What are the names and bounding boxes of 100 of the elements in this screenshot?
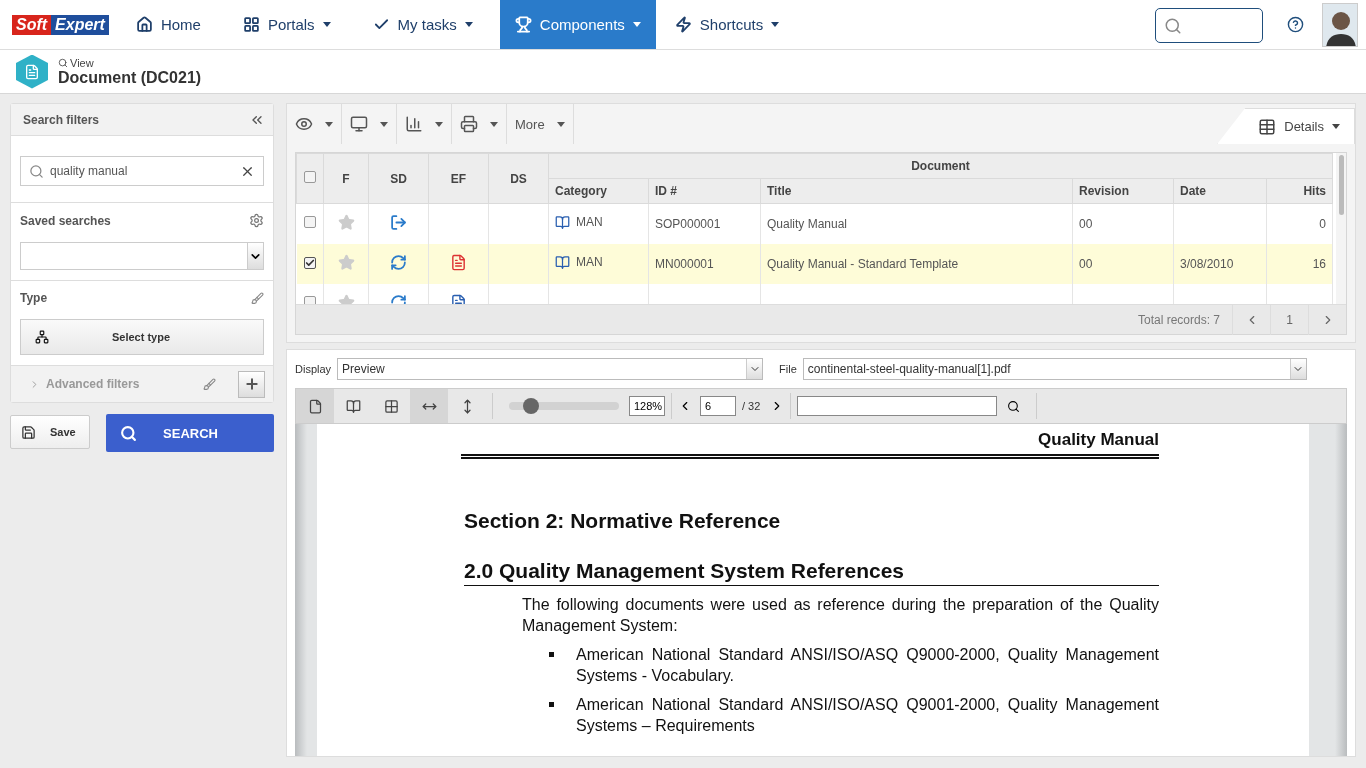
search-icon — [1164, 16, 1182, 35]
table-cell: 00 — [1072, 243, 1174, 284]
more-button[interactable]: More — [507, 104, 574, 144]
nav-item[interactable]: Components — [499, 0, 656, 49]
zoom-field[interactable]: 128% — [629, 396, 665, 416]
page-total: / 32 — [742, 400, 761, 412]
caret-icon — [380, 121, 388, 127]
brush-icon[interactable] — [203, 377, 216, 391]
eye-icon — [295, 115, 313, 133]
caret-icon — [435, 121, 443, 127]
table-cell: MAN — [576, 255, 603, 269]
floppy-icon — [21, 424, 36, 440]
view-mode-button[interactable] — [410, 389, 448, 423]
home-icon — [135, 16, 153, 33]
caret-icon — [1332, 124, 1340, 129]
table-cell: SOP000001 — [648, 203, 761, 244]
bullet-icon — [549, 702, 554, 707]
table-cell: Quality Manual - Standard Template — [760, 243, 1073, 284]
search-icon[interactable] — [1007, 399, 1021, 413]
total-records: Total records: 7 — [1137, 312, 1220, 327]
section-label: Type — [20, 291, 48, 305]
help-icon[interactable] — [1287, 16, 1304, 33]
column-header[interactable]: EF — [428, 153, 489, 204]
details-tab[interactable]: Details — [1217, 108, 1355, 144]
book-icon — [555, 214, 570, 230]
search-field[interactable] — [1155, 8, 1263, 43]
column-header[interactable]: Category — [548, 178, 649, 204]
search-icon — [58, 57, 68, 68]
table-cell: MAN — [576, 215, 603, 230]
printer-icon — [460, 115, 478, 133]
row-checkbox[interactable] — [303, 296, 316, 304]
search-field[interactable]: quality manual — [20, 156, 264, 186]
brush-icon[interactable] — [251, 291, 264, 305]
caret-icon — [325, 121, 333, 127]
panel-title: Search filters — [23, 112, 100, 127]
lightning-icon — [674, 16, 692, 33]
table-cell: Quality Manual — [760, 203, 1073, 244]
table-cell: 3/08/2010 — [1173, 243, 1267, 284]
view-mode-button[interactable] — [296, 389, 334, 423]
page-icon — [307, 398, 323, 414]
nav-item[interactable]: Portals — [227, 0, 346, 49]
select-all-checkbox[interactable] — [304, 171, 316, 183]
list-item: American National Standard ANSI/ISO/ASQ Q9000-2000, Quality Management Systems - Vocabulary. — [576, 645, 1159, 686]
display-select[interactable]: Preview — [337, 358, 764, 380]
caret-icon — [556, 121, 565, 127]
paragraph: The following documents were used as reference during the preparation of the Quality Management System: — [522, 595, 1159, 636]
table-cell: 00 — [1072, 203, 1174, 244]
search-icon — [120, 424, 137, 442]
section-heading: Section 2: Normative Reference — [464, 509, 782, 533]
search-button[interactable]: SEARCH — [106, 414, 274, 452]
column-group-header: Document — [548, 153, 1333, 179]
bar-chart-icon — [405, 115, 423, 133]
page-number[interactable]: 1 — [1270, 304, 1308, 335]
file-label: File — [779, 363, 797, 375]
column-header[interactable]: Title — [760, 178, 1073, 204]
file-select[interactable]: continental-steel-quality-manual[1].pdf — [802, 358, 1307, 380]
table-cell: MN000001 — [648, 243, 761, 284]
avatar[interactable] — [1322, 3, 1358, 47]
bullet-icon — [549, 652, 554, 657]
table-icon — [1258, 117, 1277, 136]
display-label: Display — [295, 363, 332, 375]
grid-icon — [383, 398, 399, 414]
list-item: American National Standard ANSI/ISO/ASQ Q9001-2000, Quality Management Systems – Requirements — [576, 695, 1159, 736]
caret-icon — [490, 121, 498, 127]
column-header[interactable]: Revision — [1072, 178, 1174, 204]
monitor-icon — [350, 115, 368, 133]
column-header[interactable]: Date — [1173, 178, 1267, 204]
column-header[interactable]: DS — [488, 153, 549, 204]
section-label: Saved searches — [20, 213, 111, 228]
find-field[interactable] — [797, 396, 998, 416]
page-title: Document (DC021) — [58, 68, 202, 87]
settings-icon[interactable] — [249, 213, 264, 228]
running-head: Quality Manual — [461, 430, 1159, 459]
nav-item[interactable]: My tasks — [357, 0, 488, 49]
row-checkbox[interactable] — [303, 216, 316, 229]
trophy-icon — [514, 16, 532, 33]
logo: Soft Expert — [10, 12, 111, 37]
page-field[interactable]: 6 — [700, 396, 736, 416]
subsection-heading: 2.0 Quality Management System References — [464, 559, 1159, 586]
select-type-button[interactable]: Select type — [20, 319, 264, 355]
nav-item[interactable]: Shortcuts — [659, 0, 795, 49]
view-label: View — [70, 56, 94, 69]
plus-icon — [243, 376, 260, 392]
search-icon — [29, 163, 44, 179]
column-header[interactable]: SD — [368, 153, 429, 204]
book-icon — [555, 254, 570, 270]
save-button[interactable]: Save — [10, 415, 90, 449]
nav-item[interactable]: Home — [120, 0, 216, 49]
book-icon — [345, 398, 361, 414]
scrollbar-thumb[interactable] — [1338, 155, 1344, 215]
star-icon[interactable] — [337, 253, 355, 271]
file-icon[interactable] — [450, 253, 467, 271]
grid-icon — [242, 16, 260, 33]
slider-thumb[interactable] — [523, 398, 539, 414]
star-icon[interactable] — [337, 213, 355, 231]
column-header[interactable]: ID # — [648, 178, 761, 204]
row-checkbox[interactable] — [303, 256, 316, 269]
column-header[interactable]: F — [323, 153, 369, 204]
add-button[interactable] — [238, 370, 265, 398]
table-cell: 16 — [1266, 243, 1333, 284]
